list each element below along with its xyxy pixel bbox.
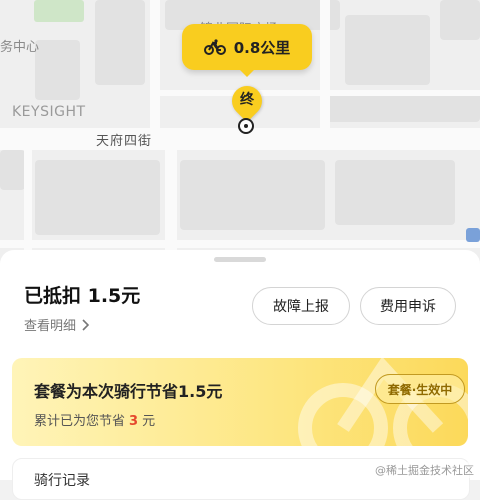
end-marker-label: 终 xyxy=(240,92,254,108)
company-label: KEYSIGHT xyxy=(12,104,86,120)
park-area xyxy=(34,0,84,22)
map-block xyxy=(335,160,455,225)
view-details-link[interactable]: 查看明细 xyxy=(24,315,90,334)
map-block xyxy=(180,160,325,230)
map-block xyxy=(440,0,480,40)
fee-appeal-button[interactable]: 费用申诉 xyxy=(360,287,456,325)
street-label: 天府四街 xyxy=(96,134,153,149)
distance-bubble: 0.8公里 xyxy=(182,24,312,77)
end-location-dot xyxy=(238,118,254,134)
next-section-title: 骑行记录 xyxy=(34,473,90,489)
savings-title: 套餐为本次骑行节省1.5元 xyxy=(34,382,223,401)
road xyxy=(0,240,480,248)
road xyxy=(150,0,160,128)
report-fault-button[interactable]: 故障上报 xyxy=(252,287,350,325)
chevron-right-icon xyxy=(82,318,90,331)
sheet-drag-handle[interactable] xyxy=(214,257,266,262)
view-details-label: 查看明细 xyxy=(24,319,77,334)
deducted-amount: 已抵扣 1.5元 xyxy=(24,285,141,307)
map-poi-label: 务中心 xyxy=(0,40,40,55)
map-block xyxy=(35,160,160,235)
total-savings: 累计已为您节省 3 元 xyxy=(34,410,155,429)
total-savings-prefix: 累计已为您节省 xyxy=(34,414,126,429)
package-status-badge[interactable]: 套餐·生效中 xyxy=(375,374,465,404)
total-savings-unit: 元 xyxy=(142,414,156,429)
map-block xyxy=(35,40,80,100)
map-block xyxy=(345,15,430,85)
road xyxy=(160,90,480,96)
map-view[interactable]: 锦业国际广场 务中心 KEYSIGHT 天府四街 0.8公里 终 xyxy=(0,0,480,270)
map-block xyxy=(0,150,25,190)
building-icon xyxy=(466,228,480,242)
site-watermark: @稀土掘金技术社区 xyxy=(375,462,474,478)
distance-value: 0.8公里 xyxy=(233,38,291,57)
map-block xyxy=(325,92,480,122)
bicycle-icon xyxy=(203,39,226,55)
package-savings-card[interactable]: 套餐为本次骑行节省1.5元 累计已为您节省 3 元 套餐·生效中 xyxy=(12,358,468,446)
total-savings-value: 3 xyxy=(129,414,139,429)
road xyxy=(320,0,330,128)
map-block xyxy=(95,0,145,85)
